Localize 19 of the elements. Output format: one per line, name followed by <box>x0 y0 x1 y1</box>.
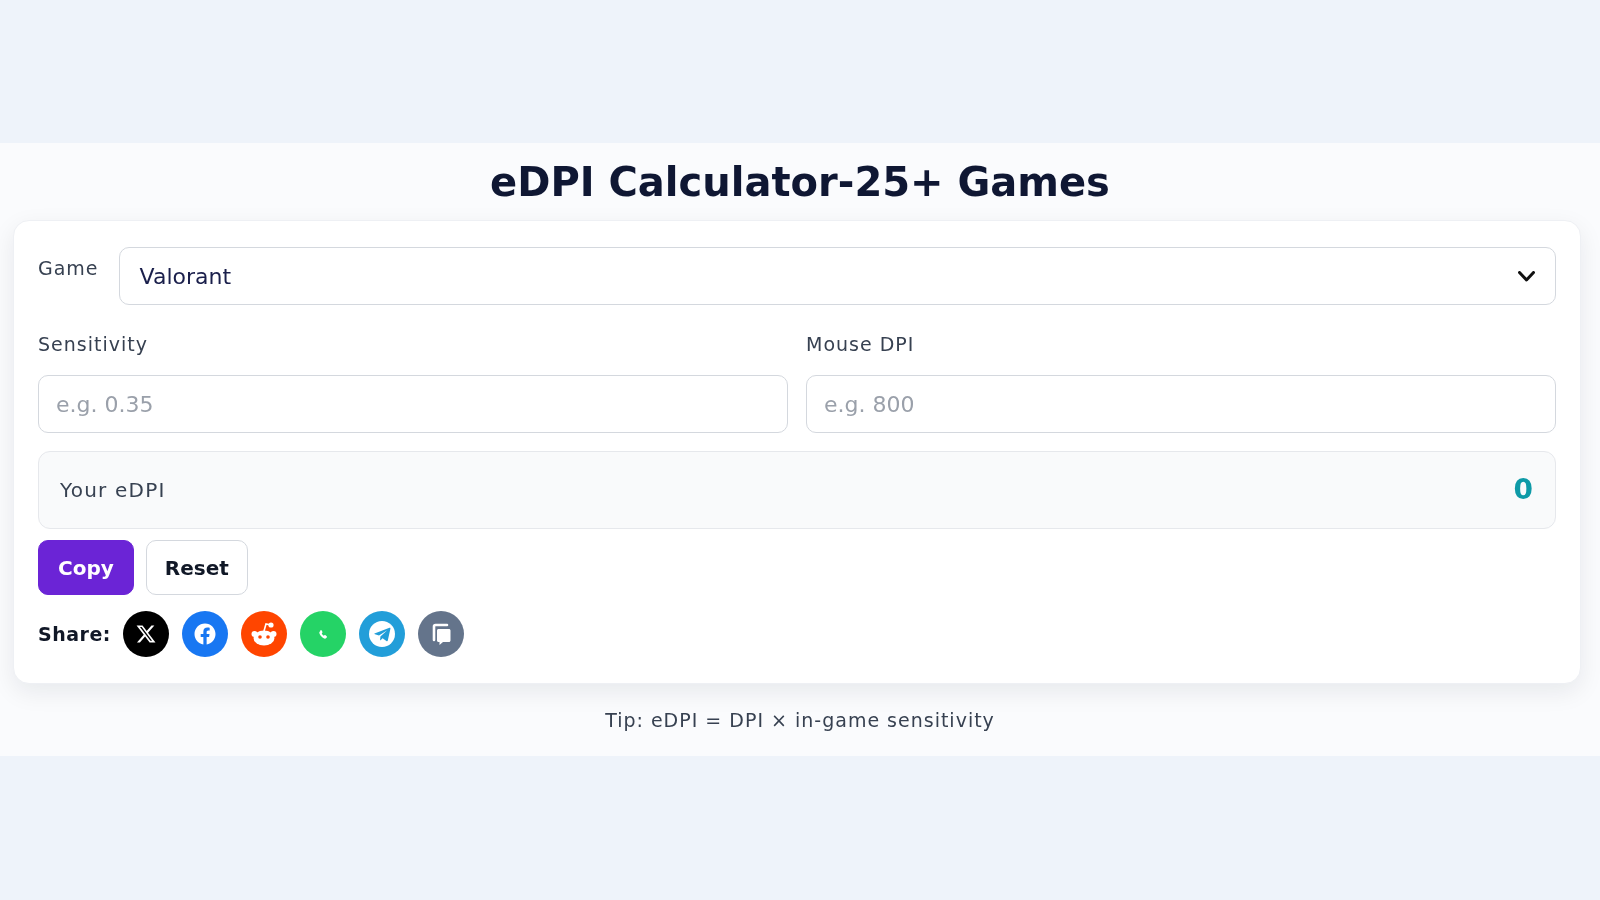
page-title: eDPI Calculator-25+ Games <box>490 158 1110 206</box>
x-logo-icon[interactable] <box>122 611 169 657</box>
field-label: Game <box>38 256 99 280</box>
field-label: Mouse DPI <box>806 332 915 356</box>
input-field[interactable]: e.g. 0.35 <box>38 375 788 433</box>
game-select[interactable]: Valorant <box>118 247 1556 305</box>
field-label: Sensitivity <box>38 332 148 356</box>
chevron-down-icon <box>1518 270 1535 282</box>
tip-text: Tip: eDPI = DPI × in-game sensitivity <box>605 708 995 732</box>
copy-button[interactable]: Copy <box>38 540 134 595</box>
reddit-alien-icon[interactable] <box>240 611 287 657</box>
reset-button[interactable]: Reset <box>145 540 248 595</box>
input-field[interactable]: e.g. 800 <box>806 375 1556 433</box>
paper-plane-icon[interactable] <box>358 611 405 657</box>
share-label: Share: <box>38 621 111 647</box>
facebook-icon[interactable] <box>181 611 228 657</box>
result-value: 0 <box>1513 472 1533 508</box>
copy-icon[interactable] <box>417 611 464 657</box>
result-label: Your eDPI <box>60 477 166 504</box>
